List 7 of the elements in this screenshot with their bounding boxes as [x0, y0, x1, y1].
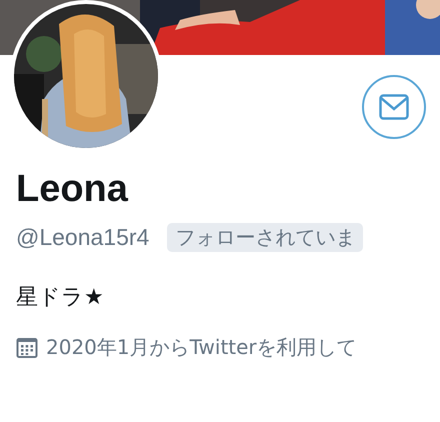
user-handle: @Leona15r4	[16, 224, 150, 251]
follows-you-badge: フォローされていま	[167, 223, 364, 252]
envelope-icon	[379, 94, 409, 120]
calendar-icon	[16, 336, 38, 358]
join-date: 2020年1月からTwitterを利用して	[46, 334, 357, 361]
profile-name: Leona	[16, 167, 128, 211]
profile-bio: 星ドラ★	[16, 284, 104, 312]
